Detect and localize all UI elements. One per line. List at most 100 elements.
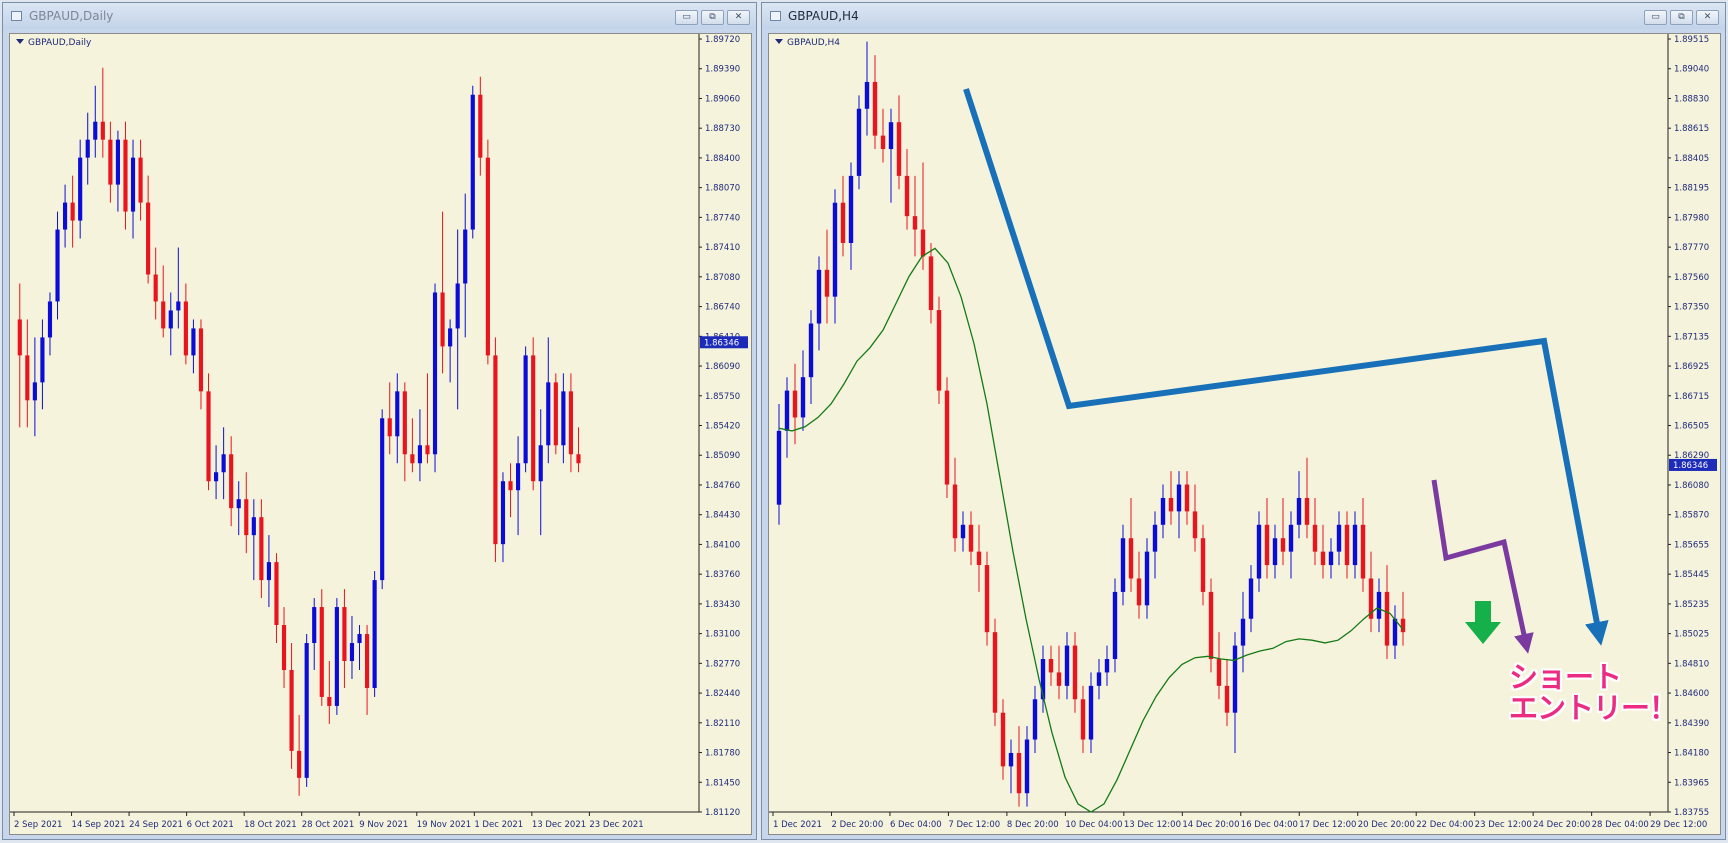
price-tick-label: 1.84100 — [705, 540, 740, 550]
price-tick-label: 1.87350 — [1674, 303, 1709, 313]
candle-body — [1088, 685, 1094, 740]
close-button[interactable]: ✕ — [1696, 10, 1719, 25]
h4-chart-area[interactable]: GBPAUD,H4 1.89515 1.89040 1.88830 1.88615 1.… — [768, 33, 1721, 835]
candle-body — [896, 122, 902, 176]
candle — [776, 404, 782, 525]
candle-body — [880, 135, 886, 150]
candle — [561, 373, 566, 464]
candle — [912, 175, 918, 257]
time-tick-label: 17 Dec 12:00 — [1299, 820, 1356, 830]
candle-body — [304, 643, 309, 778]
candle-body — [1272, 538, 1278, 566]
candle-body — [251, 517, 256, 536]
candle — [70, 175, 75, 248]
candle-body — [944, 390, 950, 485]
candle-body — [372, 580, 377, 688]
candle — [576, 427, 581, 473]
daily-chart-area[interactable]: GBPAUD,Daily 1.89720 1.89390 1.89060 1.8873… — [9, 33, 752, 835]
candle — [85, 112, 90, 185]
candle — [478, 76, 483, 176]
candle — [470, 85, 475, 239]
candle — [176, 247, 181, 329]
candle-body — [1136, 578, 1142, 606]
candle — [568, 373, 574, 473]
candle-body — [1280, 538, 1286, 552]
price-tick-label: 1.85655 — [1674, 540, 1709, 550]
candle-body — [1064, 645, 1070, 686]
minimize-icon: ▭ — [682, 12, 691, 22]
candle-body — [872, 81, 878, 136]
candle-body — [153, 274, 158, 302]
time-tick-label: 22 Dec 04:00 — [1416, 820, 1473, 830]
daily-chart-window[interactable]: GBPAUD,Daily ▭ ⧉ ✕ GBPAUD,Daily 1.89720 1.8… — [2, 2, 757, 840]
candle-body — [1056, 672, 1062, 686]
candle-body — [176, 301, 181, 311]
candle — [936, 296, 942, 405]
candle-body — [1320, 551, 1326, 566]
daily-window-titlebar[interactable]: GBPAUD,Daily ▭ ⧉ ✕ — [3, 3, 756, 29]
candle — [236, 481, 241, 536]
price-tick-label: 1.81780 — [705, 749, 740, 759]
chart-window-icon — [770, 11, 781, 21]
candle-body — [146, 202, 151, 275]
h4-window-titlebar[interactable]: GBPAUD,H4 ▭ ⧉ ✕ — [762, 3, 1725, 29]
price-tick-label: 1.88615 — [1674, 124, 1709, 134]
candle-body — [904, 175, 910, 217]
candle-body — [1336, 524, 1342, 552]
candle-body — [1080, 699, 1086, 740]
time-tick-label: 29 Dec 12:00 — [1650, 820, 1707, 830]
candle-body — [485, 157, 490, 356]
candle — [848, 162, 854, 270]
price-tick-label: 1.83755 — [1674, 808, 1709, 818]
candle-body — [1312, 524, 1318, 552]
candle — [952, 457, 958, 552]
candle-body — [183, 301, 188, 356]
candle-body — [1248, 578, 1254, 619]
close-button[interactable]: ✕ — [727, 10, 750, 25]
daily-window-title: GBPAUD,Daily — [29, 9, 114, 23]
price-tick-label: 1.86740 — [705, 303, 740, 313]
candle — [387, 382, 392, 455]
candle-body — [364, 634, 370, 688]
candle-body — [561, 391, 566, 446]
restore-button[interactable]: ⧉ — [1670, 10, 1693, 25]
time-tick-label: 14 Dec 20:00 — [1182, 820, 1239, 830]
candle — [1240, 591, 1246, 673]
candle — [183, 283, 188, 365]
minimize-button[interactable]: ▭ — [1644, 10, 1667, 25]
candle-body — [25, 355, 30, 401]
candle — [221, 427, 226, 500]
candle-body — [1400, 618, 1406, 633]
candle — [168, 292, 173, 356]
candle-body — [952, 484, 958, 539]
price-tick-label: 1.87080 — [705, 273, 740, 283]
candle-body — [1200, 538, 1206, 592]
price-tick-label: 1.81450 — [705, 778, 740, 788]
candle-body — [508, 481, 513, 491]
price-tick-label: 1.87560 — [1674, 273, 1709, 283]
price-tick-label: 1.84810 — [1674, 659, 1709, 669]
candle — [62, 184, 68, 248]
candle — [1304, 457, 1310, 539]
candle — [1072, 632, 1078, 713]
candle-body — [1072, 645, 1078, 700]
restore-button[interactable]: ⧉ — [701, 10, 724, 25]
restore-icon: ⧉ — [709, 12, 716, 22]
minimize-button[interactable]: ▭ — [675, 10, 698, 25]
candle — [274, 553, 279, 644]
candle — [319, 589, 324, 706]
time-tick-label: 19 Nov 2021 — [417, 820, 471, 830]
candle — [266, 535, 272, 608]
candle — [281, 607, 287, 688]
dropdown-triangle-icon — [775, 39, 783, 44]
candle-body — [515, 463, 521, 491]
candle-body — [1384, 591, 1390, 646]
price-tick-label: 1.89720 — [705, 35, 740, 45]
time-tick-label: 13 Dec 12:00 — [1124, 820, 1181, 830]
candle-body — [1376, 591, 1382, 619]
price-tick-label: 1.81120 — [705, 808, 740, 818]
h4-chart-window[interactable]: GBPAUD,H4 ▭ ⧉ ✕ GBPAUD,H4 1.89515 1.89040 1.… — [761, 2, 1726, 840]
price-tick-label: 1.86925 — [1674, 362, 1709, 372]
price-tick-label: 1.86715 — [1674, 392, 1709, 402]
candle-body — [1328, 551, 1334, 566]
